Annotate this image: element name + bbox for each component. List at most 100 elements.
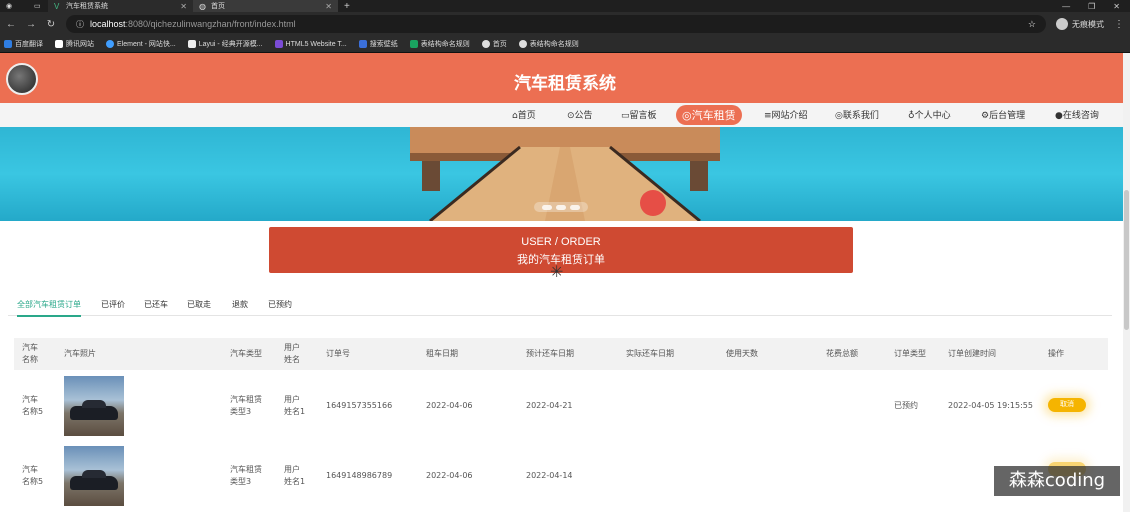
- col-days: 使用天数: [726, 349, 758, 358]
- bookmark-label: 表结构命名规则: [420, 41, 470, 48]
- incognito-icon: [1056, 18, 1068, 30]
- bookmark-label: 腾讯网站: [66, 41, 94, 48]
- bookmark-item[interactable]: Element - 网站快...: [106, 39, 176, 49]
- order-no: 1649157355166: [326, 401, 393, 410]
- carousel-dot[interactable]: [556, 204, 566, 210]
- bookmark-label: 首页: [492, 41, 507, 48]
- rent-date: 2022-04-06: [426, 471, 473, 480]
- tab-overview-icon[interactable]: ▭: [28, 0, 48, 12]
- cursor-highlight: [640, 190, 666, 216]
- car-type: 汽车租赁 类型3: [230, 465, 262, 486]
- tab-refund[interactable]: 退款: [232, 299, 248, 310]
- forward-icon[interactable]: →: [26, 19, 36, 30]
- layui-icon: [187, 40, 196, 48]
- col-expected-return: 预计还车日期: [526, 349, 574, 358]
- bookmark-item[interactable]: 表结构命名规则: [518, 39, 579, 49]
- nav-item-home[interactable]: ⌂首页: [512, 108, 536, 121]
- col-car-photo: 汽车照片: [64, 349, 96, 358]
- nav-item-contact[interactable]: ◎联系我们: [835, 108, 879, 121]
- element-icon: [106, 40, 114, 48]
- nav-item-user-center[interactable]: ♁个人中心: [908, 108, 951, 121]
- order-no: 1649148986789: [326, 471, 393, 480]
- browser-tab-2[interactable]: ◍ 首页 ✕: [193, 0, 338, 12]
- bookmark-item[interactable]: Layui - 经典开源模...: [187, 39, 263, 49]
- col-created-time: 订单创建时间: [948, 349, 996, 358]
- close-tab-icon[interactable]: ✕: [325, 2, 332, 11]
- url-input[interactable]: ⓘ localhost:8080/qichezulinwangzhan/fron…: [66, 15, 1046, 33]
- scrollbar-thumb[interactable]: [1124, 190, 1129, 330]
- expected-return-date: 2022-04-14: [526, 471, 573, 480]
- close-tab-icon[interactable]: ✕: [180, 2, 187, 11]
- car-photo: [64, 376, 124, 436]
- bookmark-label: 表结构命名规则: [529, 41, 579, 48]
- tab-reserved[interactable]: 已预约: [268, 299, 292, 310]
- nav-item-message-board[interactable]: ▭留言板: [621, 108, 657, 121]
- expected-return-date: 2022-04-21: [526, 401, 573, 410]
- bookmark-item[interactable]: 搜索壁纸: [358, 39, 398, 49]
- back-icon[interactable]: ←: [6, 19, 16, 30]
- browser-tab-1-label: 汽车租赁系统: [66, 3, 108, 10]
- user-name: 用户 姓名1: [284, 395, 306, 416]
- nav-item-car-rental[interactable]: ◎汽车租赁: [676, 105, 742, 125]
- browser-menu-icon[interactable]: ⋮: [1114, 19, 1124, 30]
- nav-item-about[interactable]: ≡网站介绍: [764, 108, 808, 121]
- tab-returned[interactable]: 已还车: [144, 299, 168, 310]
- tab-picked-up[interactable]: 已取走: [187, 299, 211, 310]
- carousel-dot[interactable]: [542, 204, 552, 210]
- tab-all-orders[interactable]: 全部汽车租赁订单: [17, 299, 81, 317]
- col-user-name: 用户 姓名: [284, 343, 300, 364]
- bookmarks-bar: 百度翻译 腾讯网站 Element - 网站快... Layui - 经典开源模…: [0, 36, 1130, 53]
- carousel-dot[interactable]: [570, 204, 580, 210]
- browser-tab-bar: ◉ ▭ V 汽车租赁系统 ✕ ◍ 首页 ✕ + — ❐ ✕: [0, 0, 1130, 12]
- rent-date: 2022-04-06: [426, 401, 473, 410]
- bookmark-item[interactable]: 表结构命名规则: [409, 39, 470, 49]
- col-car-name: 汽车 名称: [22, 343, 38, 364]
- bookmark-item[interactable]: HTML5 Website T...: [274, 40, 347, 48]
- orders-table-header: 汽车 名称 汽车照片 汽车类型 用户 姓名 订单号 租车日期 预计还车日期 实际…: [14, 338, 1108, 370]
- hero-carousel[interactable]: [0, 127, 1130, 221]
- vue-icon: V: [54, 2, 60, 11]
- site-header: 汽车租赁系统: [0, 53, 1130, 103]
- bookmark-label: HTML5 Website T...: [285, 40, 347, 48]
- new-tab-icon[interactable]: +: [338, 1, 356, 12]
- address-bar: ← → ↻ ⓘ localhost:8080/qichezulinwangzha…: [0, 12, 1130, 36]
- url-host: localhost: [90, 19, 126, 29]
- nav-item-notice[interactable]: ⊙公告: [567, 108, 593, 121]
- bookmark-label: 百度翻译: [15, 41, 43, 48]
- created-time: 2022-04-05 19:15:55: [948, 401, 1033, 410]
- incognito-profile[interactable]: 无痕模式: [1056, 18, 1104, 30]
- minimize-icon[interactable]: —: [1062, 2, 1070, 11]
- tab-reviewed[interactable]: 已评价: [101, 299, 125, 310]
- bookmark-item[interactable]: 首页: [481, 39, 507, 49]
- browser-tab-2-label: 首页: [211, 3, 225, 10]
- info-icon[interactable]: ⓘ: [76, 19, 84, 30]
- restore-icon[interactable]: ❐: [1088, 2, 1095, 11]
- browser-menu-icon[interactable]: ◉: [0, 0, 28, 12]
- globe-icon: [518, 40, 527, 48]
- sheet-icon: [409, 40, 418, 48]
- bookmark-label: Element - 网站快...: [117, 41, 176, 48]
- wallpaper-icon: [358, 40, 367, 48]
- bookmark-label: Layui - 经典开源模...: [198, 41, 263, 48]
- translate-icon: [4, 40, 12, 48]
- video-watermark: 森森coding: [994, 466, 1120, 496]
- browser-tab-1[interactable]: V 汽车租赁系统 ✕: [48, 0, 193, 12]
- table-row: 汽车 名称5 汽车租赁 类型3 用户 姓名1 1649148986789 202…: [14, 442, 1108, 512]
- close-window-icon[interactable]: ✕: [1113, 2, 1120, 11]
- order-type: 已预约: [894, 401, 918, 410]
- flag-icon: [55, 40, 63, 48]
- url-path: :8080/qichezulinwangzhan/front/index.htm…: [125, 19, 296, 29]
- nav-item-admin[interactable]: ⚙后台管理: [981, 108, 1025, 121]
- col-actual-return: 实际还车日期: [626, 349, 674, 358]
- car-photo: [64, 446, 124, 506]
- bookmark-item[interactable]: 腾讯网站: [55, 39, 94, 49]
- bookmark-star-icon[interactable]: ☆: [1028, 19, 1036, 30]
- main-nav: ⌂首页 ⊙公告 ▭留言板 ◎汽车租赁 ≡网站介绍 ◎联系我们 ♁个人中心 ⚙后台…: [0, 103, 1130, 127]
- reload-icon[interactable]: ↻: [46, 19, 56, 30]
- bookmark-item[interactable]: 百度翻译: [4, 39, 43, 49]
- bookmark-label: 搜索壁纸: [369, 41, 398, 48]
- loading-spinner-icon: ✳: [550, 264, 564, 281]
- nav-item-online-chat[interactable]: ●在线咨询: [1055, 108, 1099, 121]
- col-total: 花费总额: [826, 349, 858, 358]
- cancel-order-button[interactable]: 取消: [1048, 398, 1086, 412]
